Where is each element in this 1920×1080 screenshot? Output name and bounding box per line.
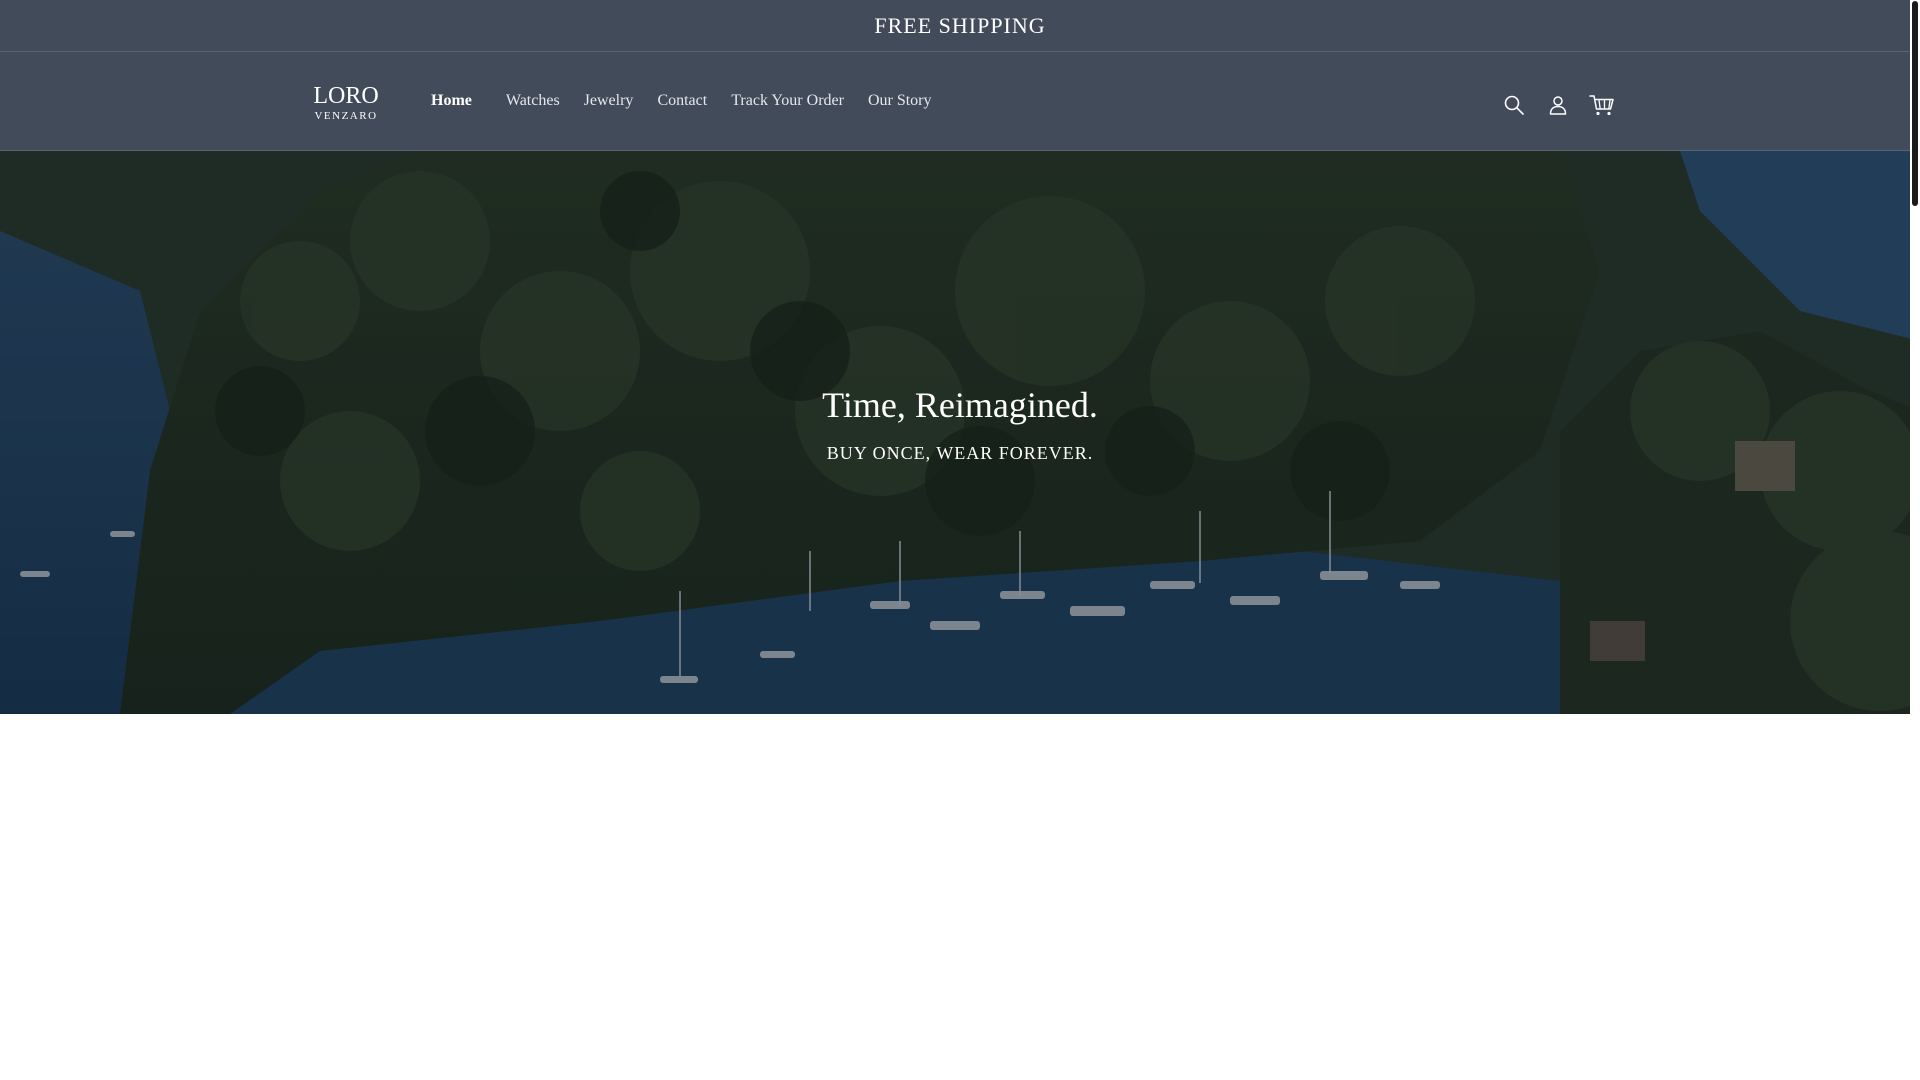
site-header: LORO VENZARO Home Watches Jewelry Contac… [0, 52, 1920, 151]
nav-item-home[interactable]: Home [419, 92, 484, 110]
scrollbar-thumb[interactable] [1912, 1, 1918, 206]
nav-item-watches[interactable]: Watches [494, 92, 572, 110]
cart-icon [1589, 95, 1614, 116]
header-icons [1499, 90, 1631, 120]
nav-item-jewelry[interactable]: Jewelry [572, 92, 646, 110]
announcement-text: FREE SHIPPING [874, 12, 1046, 38]
nav-item-our-story[interactable]: Our Story [856, 92, 944, 110]
hero-banner: Time, Reimagined. BUY ONCE, WEAR FOREVER… [0, 151, 1920, 714]
hero-subtitle: BUY ONCE, WEAR FOREVER. [826, 443, 1094, 463]
nav-item-contact[interactable]: Contact [645, 92, 719, 110]
account-icon [1549, 96, 1567, 115]
page: FREE SHIPPING LORO VENZARO Home Watches … [0, 0, 1920, 1080]
announcement-bar: FREE SHIPPING [0, 0, 1920, 52]
account-button[interactable] [1543, 90, 1573, 120]
main-nav: Home Watches Jewelry Contact Track Your … [419, 92, 944, 110]
cart-button[interactable] [1587, 90, 1617, 120]
hero-title: Time, Reimagined. [822, 385, 1098, 425]
nav-item-track-your-order[interactable]: Track Your Order [719, 92, 856, 110]
page-content: FREE SHIPPING LORO VENZARO Home Watches … [0, 0, 1920, 1080]
search-icon [1504, 95, 1524, 115]
hero-image [0, 151, 1920, 714]
logo[interactable]: LORO VENZARO [310, 84, 382, 122]
search-button[interactable] [1499, 90, 1529, 120]
logo-main-text: LORO [313, 83, 379, 109]
logo-sub-text: VENZARO [314, 110, 378, 122]
